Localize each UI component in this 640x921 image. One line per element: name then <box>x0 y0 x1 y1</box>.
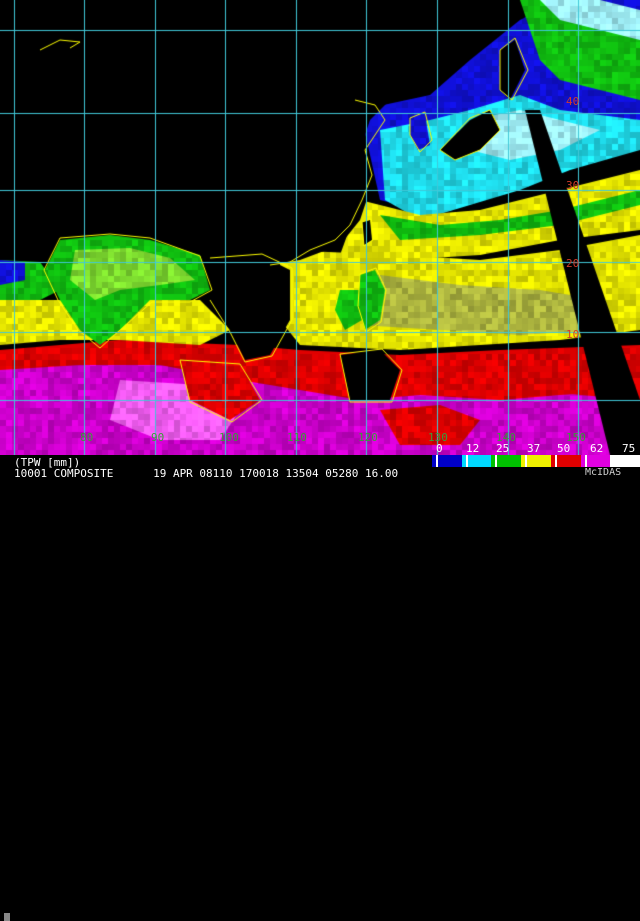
lat-label-10: 10 <box>566 328 580 341</box>
colorbar-label-75: 75 <box>622 442 636 455</box>
colorbar-label-12: 12 <box>466 442 480 455</box>
lon-label-90: 90 <box>151 431 165 444</box>
colorbar-tick <box>554 455 557 467</box>
colorbar-label-37: 37 <box>527 442 541 455</box>
tpw-composite-map <box>0 0 640 455</box>
image-info-line: 10001 COMPOSITE 19 APR 08110 170018 1350… <box>14 467 399 480</box>
colorbar-label-25: 25 <box>496 442 510 455</box>
caption-bar: (TPW [mm]) 10001 COMPOSITE 19 APR 08110 … <box>0 455 432 921</box>
lon-label-80: 80 <box>80 431 94 444</box>
colorbar-tick <box>436 455 438 467</box>
colorbar-label-62: 62 <box>590 442 604 455</box>
colorbar-tick <box>495 455 498 467</box>
colorbar-tick <box>465 455 468 467</box>
software-credit: McIDAS <box>585 467 622 478</box>
colorbar-tick <box>584 455 587 467</box>
lat-label-40: 40 <box>566 95 580 108</box>
lat-label-20: 20 <box>566 257 580 270</box>
lon-label-100: 100 <box>219 431 239 444</box>
lat-label-30: 30 <box>566 179 580 192</box>
frame-marker <box>4 913 10 921</box>
tpw-colorbar <box>432 455 640 467</box>
lon-label-110: 110 <box>287 431 307 444</box>
colorbar-label-0: 0 <box>436 442 443 455</box>
colorbar-label-50: 50 <box>557 442 571 455</box>
colorbar-tick <box>614 455 617 467</box>
colorbar-tick <box>525 455 528 467</box>
lon-label-120: 120 <box>358 431 378 444</box>
